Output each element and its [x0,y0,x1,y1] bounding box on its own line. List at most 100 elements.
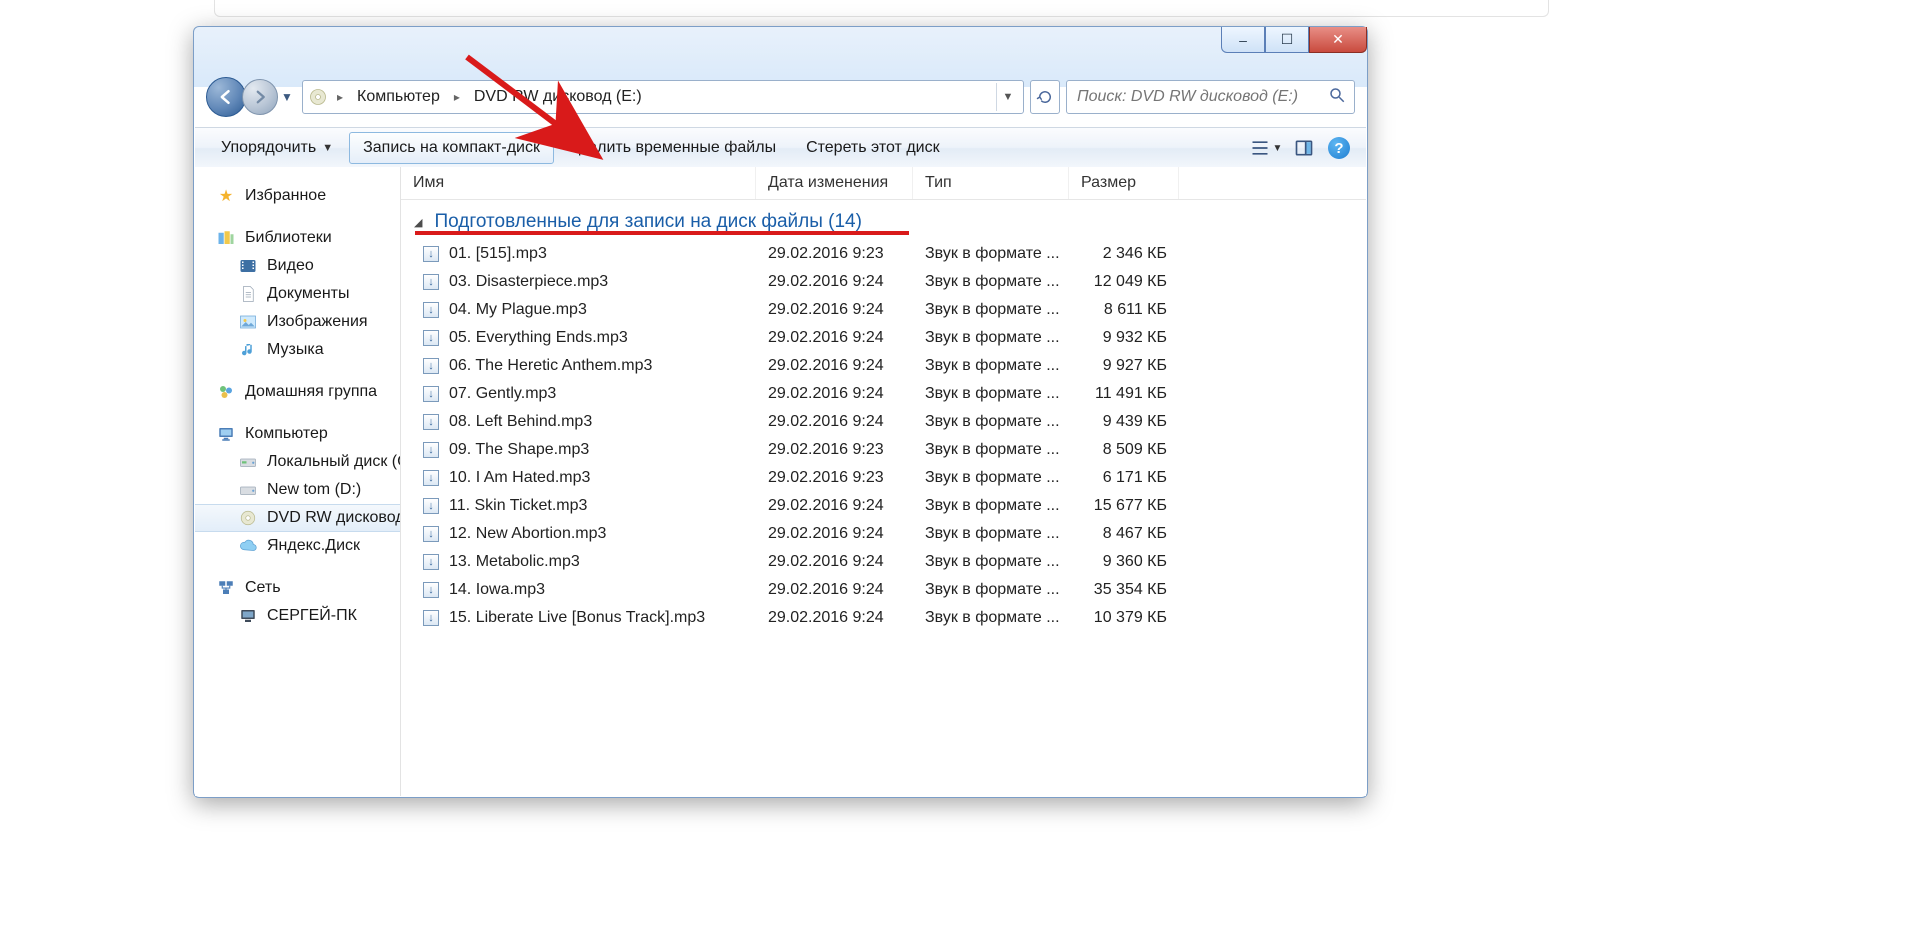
breadcrumb-item[interactable]: DVD RW дисковод (E:) [468,84,648,110]
delete-temp-button[interactable]: Удалить временные файлы [556,133,790,163]
file-size: 9 439 КБ [1069,413,1179,431]
file-size: 15 677 КБ [1069,497,1179,515]
search-icon[interactable] [1328,86,1346,109]
sidebar-homegroup[interactable]: Домашняя группа [195,378,400,406]
group-title: Подготовленные для записи на диск файлы … [434,211,861,233]
drive-icon [239,453,257,471]
burn-disc-button[interactable]: Запись на компакт-диск [349,132,554,164]
file-date: 29.02.2016 9:24 [756,273,913,291]
sidebar-label: Локальный диск (C [267,453,400,471]
file-row[interactable]: ↓10. I Am Hated.mp329.02.2016 9:23Звук в… [401,464,1366,492]
nav-back-button[interactable] [206,77,246,117]
sidebar-favorites[interactable]: ★ Избранное [195,182,400,210]
file-type: Звук в формате ... [913,581,1069,599]
file-size: 9 927 КБ [1069,357,1179,375]
col-size[interactable]: Размер [1069,167,1179,199]
help-icon: ? [1328,137,1350,159]
file-name: 10. I Am Hated.mp3 [449,469,590,487]
sidebar-label: Компьютер [245,425,328,443]
file-row[interactable]: ↓13. Metabolic.mp329.02.2016 9:24Звук в … [401,548,1366,576]
breadcrumb-item[interactable]: Компьютер [351,84,446,110]
homegroup-icon [217,383,235,401]
sidebar-music[interactable]: Музыка [195,336,400,364]
nav-forward-button[interactable] [242,79,278,115]
file-row[interactable]: ↓04. My Plague.mp329.02.2016 9:24Звук в … [401,296,1366,324]
breadcrumb-dropdown-icon[interactable]: ▼ [996,83,1019,111]
toolbar: Упорядочить ▼ Запись на компакт-диск Уда… [195,127,1366,169]
help-button[interactable]: ? [1324,133,1354,163]
minimize-button[interactable]: – [1221,27,1265,53]
sidebar-documents[interactable]: Документы [195,280,400,308]
file-row[interactable]: ↓03. Disasterpiece.mp329.02.2016 9:24Зву… [401,268,1366,296]
preview-pane-button[interactable] [1286,133,1322,163]
maximize-button[interactable]: ☐ [1265,27,1309,53]
refresh-button[interactable] [1030,80,1060,114]
file-size: 8 611 КБ [1069,301,1179,319]
files-list: ↓01. [515].mp329.02.2016 9:23Звук в форм… [401,240,1366,632]
sidebar-libraries[interactable]: Библиотеки [195,224,400,252]
file-date: 29.02.2016 9:23 [756,441,913,459]
add-overlay-icon: ↓ [423,442,439,458]
close-button[interactable]: ✕ [1309,27,1367,53]
col-name[interactable]: Имя [401,167,756,199]
sidebar-newtom-d[interactable]: New tom (D:) [195,476,400,504]
file-date: 29.02.2016 9:23 [756,245,913,263]
view-options-button[interactable]: ▼ [1248,133,1284,163]
breadcrumb-bar[interactable]: ▸ Компьютер ▸ DVD RW дисковод (E:) ▼ [302,80,1024,114]
add-overlay-icon: ↓ [423,386,439,402]
file-row[interactable]: ↓11. Skin Ticket.mp329.02.2016 9:24Звук … [401,492,1366,520]
sidebar-network[interactable]: Сеть [195,574,400,602]
file-row[interactable]: ↓06. The Heretic Anthem.mp329.02.2016 9:… [401,352,1366,380]
file-row[interactable]: ↓05. Everything Ends.mp329.02.2016 9:24З… [401,324,1366,352]
file-row[interactable]: ↓08. Left Behind.mp329.02.2016 9:24Звук … [401,408,1366,436]
file-date: 29.02.2016 9:24 [756,525,913,543]
explorer-body: ★ Избранное Библиотеки Видео [195,167,1366,796]
file-type: Звук в формате ... [913,497,1069,515]
breadcrumb-sep-icon[interactable]: ▸ [331,90,349,104]
sidebar-computer[interactable]: Компьютер [195,420,400,448]
organize-button[interactable]: Упорядочить ▼ [207,133,347,163]
search-input[interactable] [1075,87,1328,107]
file-row[interactable]: ↓14. Iowa.mp329.02.2016 9:24Звук в форма… [401,576,1366,604]
file-row[interactable]: ↓09. The Shape.mp329.02.2016 9:23Звук в … [401,436,1366,464]
file-size: 8 467 КБ [1069,525,1179,543]
sidebar-yandex-disk[interactable]: Яндекс.Диск [195,532,400,560]
search-box[interactable] [1066,80,1355,114]
file-type: Звук в формате ... [913,609,1069,627]
sidebar-images[interactable]: Изображения [195,308,400,336]
nav-history-dropdown[interactable]: ▼ [278,79,296,115]
documents-icon [239,285,257,303]
content-pane: Имя Дата изменения Тип Размер ◢ Подготов… [401,167,1366,796]
organize-label: Упорядочить [221,139,316,157]
file-name: 09. The Shape.mp3 [449,441,589,459]
file-row[interactable]: ↓12. New Abortion.mp329.02.2016 9:24Звук… [401,520,1366,548]
disc-icon [307,86,329,108]
col-date[interactable]: Дата изменения [756,167,913,199]
file-name: 15. Liberate Live [Bonus Track].mp3 [449,609,705,627]
file-row[interactable]: ↓01. [515].mp329.02.2016 9:23Звук в форм… [401,240,1366,268]
add-overlay-icon: ↓ [423,414,439,430]
file-date: 29.02.2016 9:24 [756,553,913,571]
file-row[interactable]: ↓15. Liberate Live [Bonus Track].mp329.0… [401,604,1366,632]
add-overlay-icon: ↓ [423,470,439,486]
col-type[interactable]: Тип [913,167,1069,199]
navbar: ▼ ▸ Компьютер ▸ DVD RW дисковод (E:) ▼ [206,77,1355,117]
erase-disc-button[interactable]: Стереть этот диск [792,133,954,163]
file-size: 35 354 КБ [1069,581,1179,599]
sidebar-sergey-pc[interactable]: СЕРГЕЙ-ПК [195,602,400,630]
sidebar-local-c[interactable]: Локальный диск (C [195,448,400,476]
sidebar-video[interactable]: Видео [195,252,400,280]
sidebar-label: New tom (D:) [267,481,361,499]
file-date: 29.02.2016 9:24 [756,385,913,403]
sidebar-label: Изображения [267,313,368,331]
file-name: 07. Gently.mp3 [449,385,556,403]
file-name: 03. Disasterpiece.mp3 [449,273,608,291]
file-row[interactable]: ↓07. Gently.mp329.02.2016 9:24Звук в фор… [401,380,1366,408]
sidebar-dvd-rw[interactable]: DVD RW дисковод ( [195,504,400,532]
file-name: 14. Iowa.mp3 [449,581,545,599]
file-date: 29.02.2016 9:24 [756,581,913,599]
libraries-icon [217,229,235,247]
file-type: Звук в формате ... [913,329,1069,347]
breadcrumb-sep-icon[interactable]: ▸ [448,90,466,104]
add-overlay-icon: ↓ [423,358,439,374]
